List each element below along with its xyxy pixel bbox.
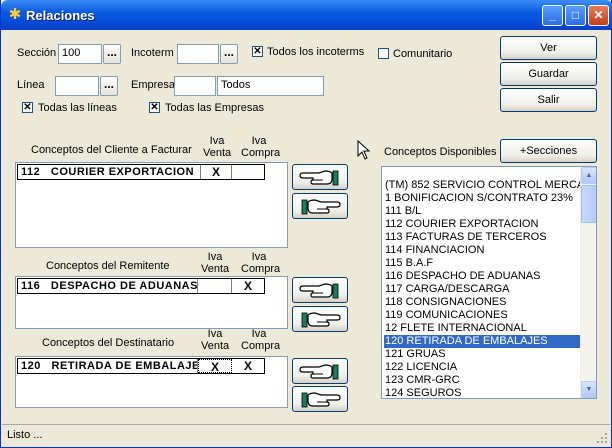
remove-cliente-button[interactable] [292,193,348,219]
seccion-label: Sección [17,47,57,59]
window-title: Relaciones [26,8,95,23]
todas-empresas-checkbox[interactable]: ✕ [149,102,160,113]
add-destinatario-button[interactable] [292,358,348,384]
disponibles-listbox[interactable]: (TM) 852 SERVICIO CONTROL MERCANCIAS 1 BO… [381,166,597,399]
add-cliente-button[interactable] [292,164,348,190]
linea-label: Línea [17,79,45,91]
mouse-cursor-icon [357,140,371,160]
resize-grip-icon[interactable] [596,432,608,444]
cliente-section-title: Conceptos del Cliente a Facturar [31,144,192,156]
iva-compra-cell[interactable]: X [232,279,264,293]
incoterm-label: Incoterm [131,47,174,59]
seccion-input[interactable]: 100 [58,44,102,64]
concept-cell[interactable]: 120 RETIRADA DE EMBALAJES [18,359,198,373]
destinatario-grid[interactable]: 120 RETIRADA DE EMBALAJES X X [15,356,288,408]
list-item[interactable]: 114 FINANCIACION [384,244,580,257]
minimize-icon: _ [549,8,556,22]
destinatario-iva-venta-header: Iva Venta [201,328,230,352]
remitente-grid[interactable]: 116 DESPACHO DE ADUANAS X [15,276,288,329]
hand-pointing-left-icon [299,364,339,380]
todas-lineas-label: Todas las líneas [38,102,117,114]
list-scrollbar[interactable]: ▲ ▼ [580,167,596,398]
status-text: Listo ... [7,429,43,441]
scroll-down-arrow-icon[interactable]: ▼ [581,381,596,398]
incoterm-input[interactable] [177,44,219,64]
empresa-name-input[interactable]: Todos [217,76,324,96]
iva-venta-cell[interactable] [198,279,232,293]
comunitario-checkbox[interactable] [378,48,389,59]
table-row[interactable]: 120 RETIRADA DE EMBALAJES X X [17,358,265,374]
seccion-lookup-button[interactable]: ... [103,44,121,64]
iva-venta-cell[interactable]: X [198,359,232,374]
app-icon: ✱ [8,6,22,23]
cliente-iva-compra-header: Iva Compra [241,135,281,159]
title-bar[interactable]: ✱ Relaciones _ □ ✕ [1,0,612,30]
list-item[interactable]: 119 COMUNICACIONES [384,309,580,322]
add-remitente-button[interactable] [292,277,348,303]
close-button[interactable]: ✕ [588,5,609,26]
salir-button[interactable]: Salir [500,88,597,112]
remove-destinatario-button[interactable] [292,386,348,412]
relaciones-window: ✱ Relaciones _ □ ✕ Sección 100 ... Incot… [0,0,612,448]
hand-pointing-left-icon [299,283,339,299]
scroll-thumb[interactable] [581,185,596,223]
list-item[interactable]: 123 CMR-GRC [384,374,580,387]
todos-incoterms-checkbox[interactable]: ✕ [252,46,263,57]
cliente-iva-venta-header: Iva Venta [203,135,232,159]
cliente-grid[interactable]: 112 COURIER EXPORTACION X [15,162,288,248]
guardar-button[interactable]: Guardar [500,62,597,86]
empresa-label: Empresa [131,79,176,91]
todas-empresas-label: Todas las Empresas [165,102,265,114]
maximize-icon: □ [571,8,580,22]
list-item[interactable]: 115 B.A.F [384,257,580,270]
hand-pointing-right-icon [301,199,341,215]
destinatario-iva-compra-header: Iva Compra [241,328,281,352]
hand-pointing-right-icon [301,392,341,408]
list-item[interactable]: 12 FLETE INTERNACIONAL [384,322,580,335]
destinatario-section-title: Conceptos del Destinatario [42,337,175,349]
table-row[interactable]: 112 COURIER EXPORTACION X [17,164,265,180]
list-item[interactable]: 121 GRUAS [384,348,580,361]
empresa-code-input[interactable] [174,76,216,96]
concept-cell[interactable]: 112 COURIER EXPORTACION [18,165,201,179]
list-item[interactable]: 1 BONIFICACION S/CONTRATO 23% [384,192,580,205]
list-item[interactable]: 120 RETIRADA DE EMBALAJES [384,335,580,348]
secciones-button[interactable]: +Secciones [500,139,597,163]
list-item[interactable]: 116 DESPACHO DE ADUANAS [384,270,580,283]
list-item[interactable]: 113 FACTURAS DE TERCEROS [384,231,580,244]
remitente-iva-venta-header: Iva Venta [201,251,230,275]
todas-lineas-checkbox[interactable]: ✕ [22,102,33,113]
iva-compra-cell[interactable]: X [232,359,264,373]
table-row[interactable]: 116 DESPACHO DE ADUANAS X [17,278,265,294]
list-item[interactable]: 124 SEGUROS [384,387,580,398]
remove-remitente-button[interactable] [292,306,348,332]
remitente-section-title: Conceptos del Remitente [46,260,170,272]
scroll-up-arrow-icon[interactable]: ▲ [581,167,596,184]
linea-input[interactable] [55,76,99,96]
list-item[interactable]: 112 COURIER EXPORTACION [384,218,580,231]
list-item[interactable]: 111 B/L [384,205,580,218]
status-bar: Listo ... [2,424,610,446]
comunitario-label: Comunitario [393,48,453,60]
maximize-button[interactable]: □ [565,5,586,26]
hand-pointing-left-icon [299,170,339,186]
disponibles-title: Conceptos Disponibles [384,146,497,158]
ver-button[interactable]: Ver [500,36,597,60]
hand-pointing-right-icon [301,312,341,328]
list-item[interactable]: (TM) 852 SERVICIO CONTROL MERCANCIAS [384,179,596,192]
list-item[interactable]: 118 CONSIGNACIONES [384,296,580,309]
list-item[interactable]: 122 LICENCIA [384,361,580,374]
incoterm-lookup-button[interactable]: ... [220,44,238,64]
remitente-iva-compra-header: Iva Compra [241,251,281,275]
concept-cell[interactable]: 116 DESPACHO DE ADUANAS [18,279,198,293]
minimize-button[interactable]: _ [542,5,563,26]
todos-incoterms-label: Todos los incoterms [267,46,365,58]
linea-lookup-button[interactable]: ... [100,76,118,96]
close-icon: ✕ [593,8,604,22]
list-item[interactable]: 117 CARGA/DESCARGA [384,283,580,296]
iva-venta-cell[interactable]: X [201,165,232,179]
iva-compra-cell[interactable] [232,165,264,179]
